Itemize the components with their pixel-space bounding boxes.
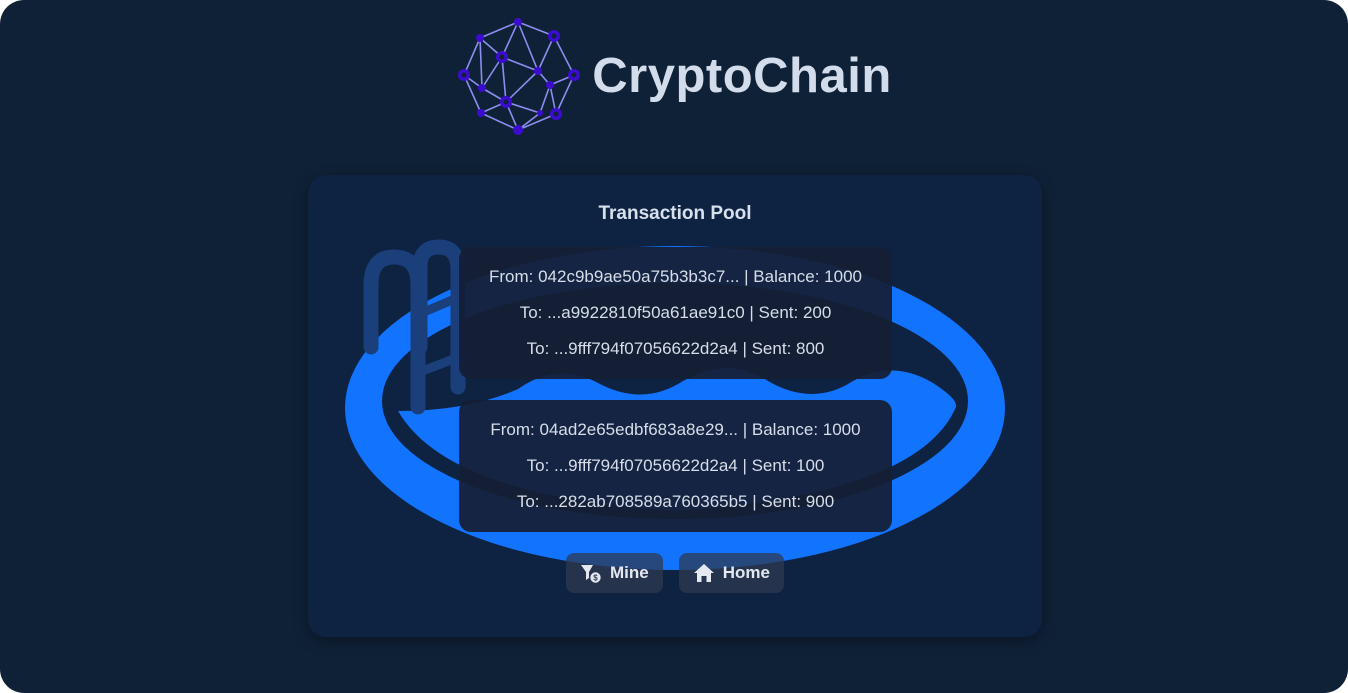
tx-from: From: 042c9b9ae50a75b3b3c7... | Balance:… (488, 267, 863, 286)
mine-button-label: Mine (610, 563, 649, 582)
home-button-label: Home (722, 563, 770, 582)
home-button[interactable]: Home (678, 553, 784, 593)
app-title: CryptoChain (592, 49, 892, 103)
action-bar: $ Mine Home (308, 553, 1042, 593)
tx-output: To: ...9fff794f07056622d2a4 | Sent: 800 (526, 339, 825, 358)
tx-output: To: ...282ab708589a760365b5 | Sent: 900 (516, 492, 835, 511)
tx-output: To: ...9fff794f07056622d2a4 | Sent: 100 (526, 456, 825, 475)
transaction-card: From: 04ad2e65edbf683a8e29... | Balance:… (459, 400, 892, 532)
header: CryptoChain (0, 14, 1348, 138)
tx-from: From: 04ad2e65edbf683a8e29... | Balance:… (490, 420, 861, 439)
app-window: CryptoChain Transaction Pool From: 042c9… (0, 0, 1348, 693)
tx-output: To: ...a9922810f50a61ae91c0 | Sent: 200 (519, 303, 832, 322)
mining-cart-icon: $ (581, 565, 601, 583)
svg-text:$: $ (593, 574, 598, 583)
transaction-card: From: 042c9b9ae50a75b3b3c7... | Balance:… (459, 247, 892, 379)
mine-button[interactable]: $ Mine (566, 553, 663, 593)
transaction-pool-card: Transaction Pool From: 042c9b9ae50a75b3b… (308, 175, 1042, 637)
home-icon (693, 564, 714, 582)
network-globe-logo (458, 18, 581, 135)
pool-title: Transaction Pool (598, 203, 752, 224)
